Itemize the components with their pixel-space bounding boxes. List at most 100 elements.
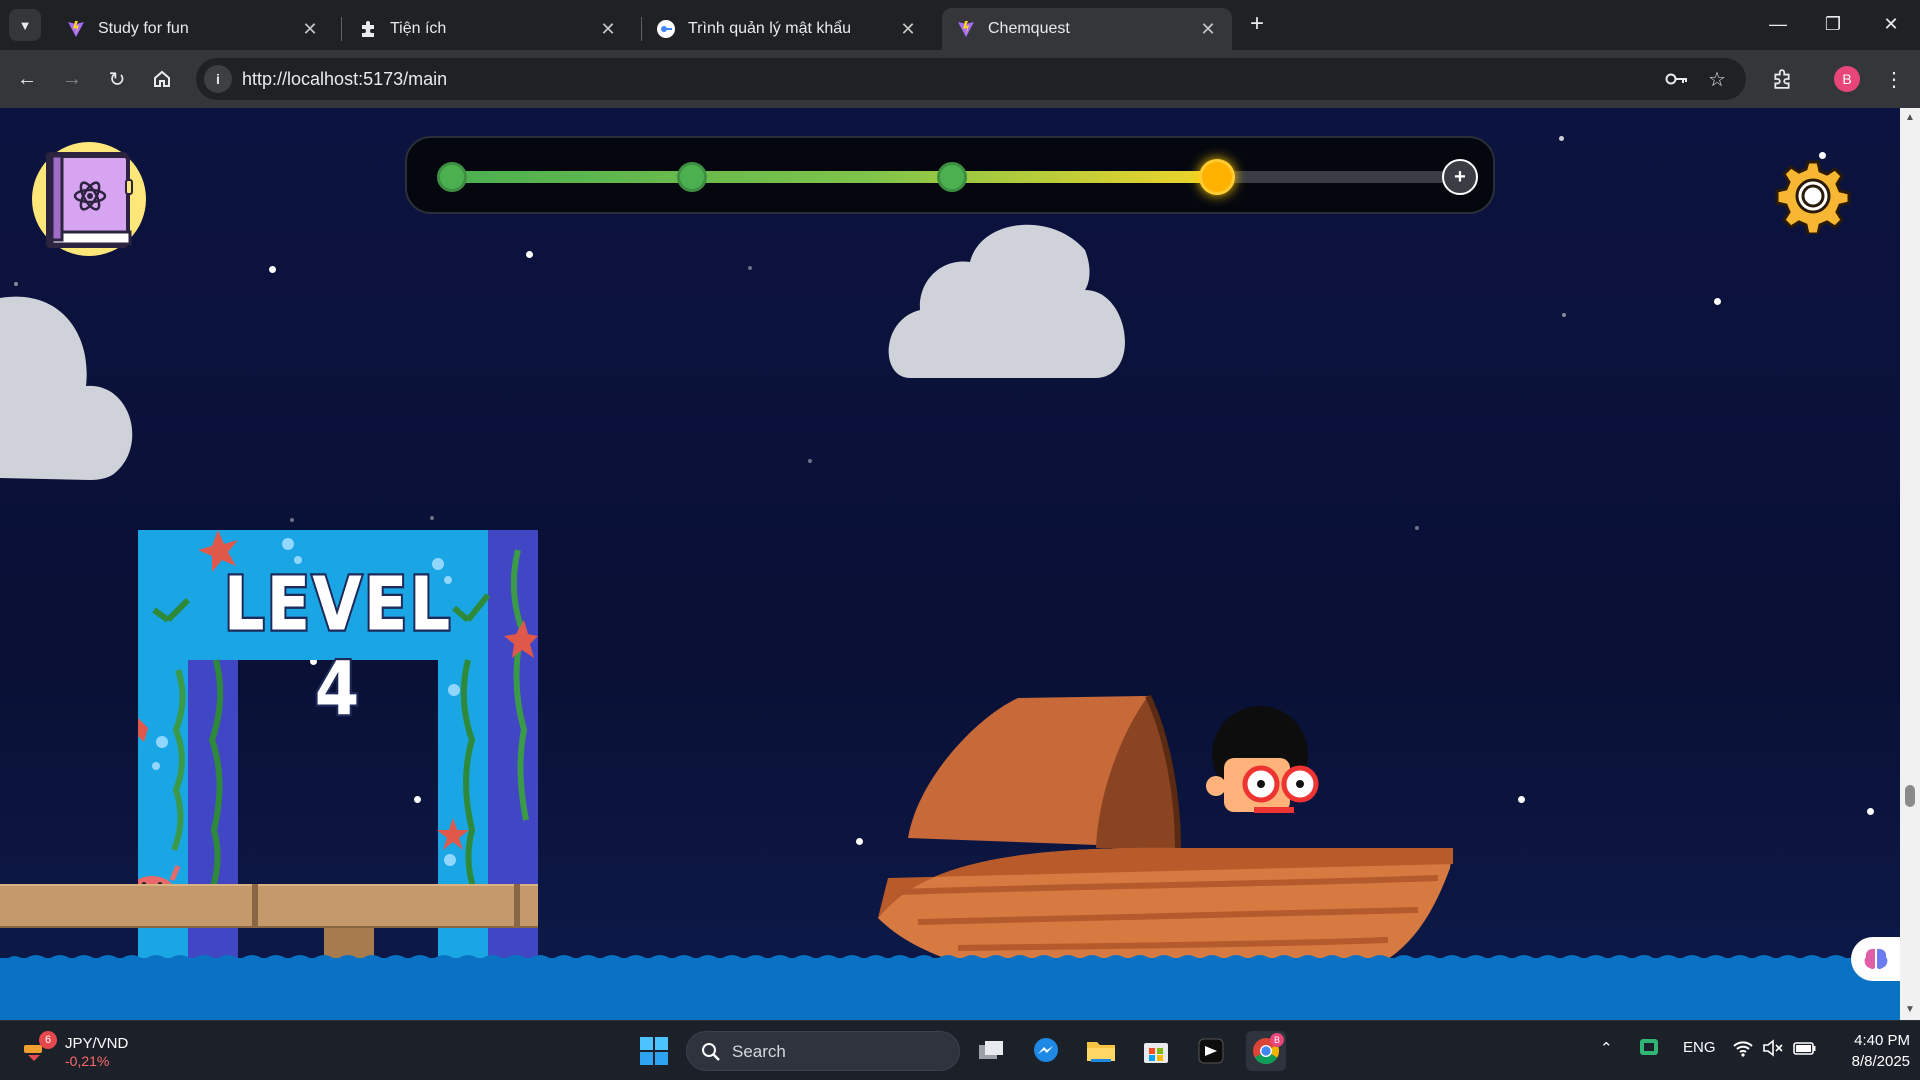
tab-extensions[interactable]: Tiện ích ✕ [344, 8, 632, 50]
clock-date: 8/8/2025 [1851, 1053, 1910, 1070]
wifi-icon[interactable] [1733, 1039, 1753, 1061]
tab-title: Tiện ích [390, 20, 447, 37]
vite-logo-icon [956, 19, 976, 39]
profile-avatar[interactable]: B [1834, 66, 1860, 92]
level-progress-bar: + [405, 136, 1495, 214]
periodic-book-button[interactable] [32, 142, 146, 256]
chevron-up-icon[interactable]: ⌃ [1600, 1039, 1613, 1057]
boat-with-player [878, 678, 1458, 978]
star [1415, 526, 1419, 530]
home-icon [154, 70, 170, 87]
task-view-button[interactable] [971, 1031, 1011, 1071]
app-tray-icon[interactable] [1639, 1037, 1659, 1061]
star [1562, 313, 1566, 317]
key-icon[interactable] [1664, 66, 1690, 92]
back-button[interactable]: ← [11, 63, 43, 95]
messenger-button[interactable] [1026, 1031, 1066, 1071]
search-label: Search [732, 1042, 786, 1061]
tab-title: Study for fun [98, 20, 189, 37]
star [1867, 808, 1874, 815]
cloud [0, 296, 133, 480]
progress-node-completed[interactable] [677, 162, 707, 192]
close-icon[interactable]: ✕ [1198, 19, 1218, 39]
level-sign-text: LEVEL 4 [222, 561, 453, 736]
clock-time: 4:40 PM [1854, 1032, 1910, 1049]
tab-study-for-fun[interactable]: Study for fun ✕ [52, 8, 334, 50]
minimize-button[interactable]: — [1755, 6, 1801, 42]
vertical-scrollbar[interactable]: ▲ ▼ [1900, 108, 1920, 1020]
star [856, 838, 863, 845]
close-icon[interactable]: ✕ [300, 19, 320, 39]
start-button[interactable] [634, 1031, 674, 1071]
address-bar[interactable]: i http://localhost:5173/main ☆ [196, 58, 1746, 100]
tab-search-button[interactable]: ▼ [9, 9, 41, 41]
reload-button[interactable]: ↻ [101, 63, 133, 95]
progress-node-completed[interactable] [937, 162, 967, 192]
water [0, 958, 1900, 1020]
taskbar-search[interactable]: Search [686, 1031, 960, 1071]
star [269, 266, 276, 273]
extensions-button[interactable] [1766, 63, 1798, 95]
dock-plank-divider [514, 884, 520, 928]
search-icon [702, 1043, 720, 1061]
language-indicator[interactable]: ENG [1683, 1039, 1716, 1056]
restore-button[interactable]: ❐ [1810, 6, 1856, 42]
forward-button[interactable]: → [56, 63, 88, 95]
close-icon[interactable]: ✕ [898, 19, 918, 39]
scroll-thumb[interactable] [1905, 785, 1915, 807]
cloud [888, 224, 1125, 378]
capcut-button[interactable] [1191, 1031, 1231, 1071]
tab-chemquest[interactable]: Chemquest ✕ [942, 8, 1232, 50]
star [430, 516, 434, 520]
star [290, 518, 294, 522]
bookmark-star-icon[interactable]: ☆ [1704, 66, 1730, 92]
chrome-profile-badge: B [1270, 1033, 1284, 1047]
wooden-dock [0, 884, 538, 928]
star [1559, 136, 1564, 141]
close-icon[interactable]: ✕ [598, 19, 618, 39]
scroll-down-arrow[interactable]: ▼ [1904, 1004, 1916, 1016]
brain-icon [1864, 948, 1887, 970]
tab-divider [341, 17, 342, 41]
progress-node-current[interactable] [1199, 159, 1235, 195]
notification-badge: 6 [39, 1031, 57, 1049]
puzzle-extension-icon [358, 19, 378, 39]
scroll-up-arrow[interactable]: ▲ [1904, 112, 1916, 124]
star [808, 459, 812, 463]
game-canvas[interactable]: + LEVEL 4 [0, 108, 1900, 1020]
star [748, 266, 752, 270]
progress-node-completed[interactable] [437, 162, 467, 192]
dock-plank-divider [252, 884, 258, 928]
store-button[interactable] [1136, 1031, 1176, 1071]
currency-widget[interactable]: 6 JPY/VND -0,21% [22, 1031, 142, 1071]
menu-kebab-button[interactable]: ⋮ [1878, 63, 1910, 95]
puzzle-extension-icon [1774, 69, 1790, 89]
url-text[interactable]: http://localhost:5173/main [242, 69, 447, 90]
windows-logo-icon [640, 1037, 668, 1065]
file-explorer-button[interactable] [1081, 1031, 1121, 1071]
volume-muted-icon[interactable] [1762, 1039, 1784, 1061]
windows-taskbar: 6 JPY/VND -0,21% Search B ⌃ ENG 4:40 PM … [0, 1020, 1920, 1080]
currency-change: -0,21% [65, 1053, 110, 1069]
tab-bar: ▼ Study for fun ✕ Tiện ích ✕ Trình quản … [0, 0, 1920, 50]
tab-password-manager[interactable]: Trình quản lý mật khẩu ✕ [642, 8, 932, 50]
settings-button[interactable] [1775, 158, 1851, 236]
new-tab-button[interactable]: + [1243, 10, 1271, 38]
home-button[interactable] [146, 63, 178, 95]
chrome-button[interactable]: B [1246, 1031, 1286, 1071]
task-view-icon [979, 1041, 1003, 1059]
close-window-button[interactable]: ✕ [1868, 6, 1914, 42]
ai-assistant-button[interactable] [1851, 937, 1900, 981]
tab-title: Chemquest [988, 20, 1070, 37]
battery-icon[interactable] [1793, 1039, 1817, 1061]
site-info-icon[interactable]: i [204, 65, 232, 93]
microsoft-store-icon [1144, 1043, 1168, 1063]
progress-fill [452, 171, 1217, 183]
messenger-icon [1034, 1038, 1058, 1062]
plus-icon[interactable]: + [1442, 159, 1478, 195]
vite-logo-icon [66, 19, 86, 39]
system-clock[interactable]: 4:40 PM 8/8/2025 [1830, 1030, 1910, 1072]
password-manager-icon [656, 19, 676, 39]
star [526, 251, 533, 258]
atom-book-icon [46, 152, 133, 248]
